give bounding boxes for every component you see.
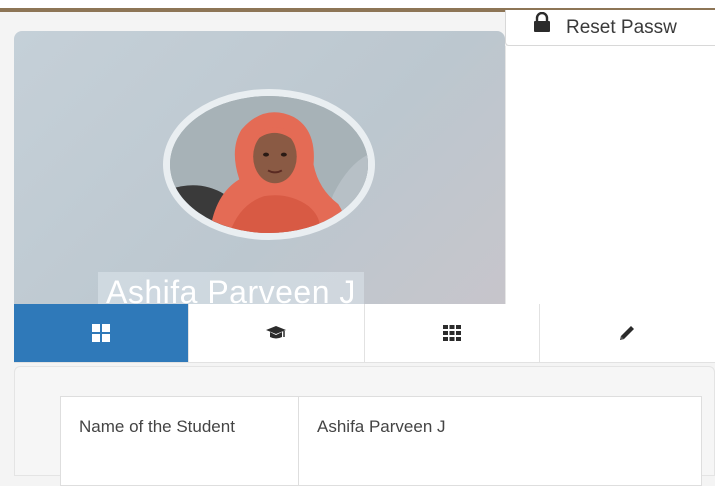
pencil-icon (620, 326, 635, 340)
profile-tabs (14, 304, 715, 363)
dashboard-grid-icon (92, 324, 111, 342)
tab-edit[interactable] (540, 304, 715, 362)
tab-apps[interactable] (365, 304, 540, 362)
apps-grid-icon (442, 325, 461, 341)
reset-password-button[interactable]: Reset Passw (505, 10, 715, 46)
reset-password-label: Reset Passw (566, 16, 677, 38)
tab-dashboard[interactable] (14, 304, 190, 362)
table-row: Name of the Student Ashifa Parveen J (60, 396, 702, 486)
tab-education[interactable] (189, 304, 365, 362)
student-details-panel: Name of the Student Ashifa Parveen J (14, 366, 715, 486)
avatar[interactable] (163, 89, 375, 240)
detail-label: Name of the Student (60, 396, 299, 486)
graduation-cap-icon (266, 326, 287, 339)
detail-value: Ashifa Parveen J (298, 396, 702, 486)
profile-card: Ashifa Parveen J (14, 31, 505, 312)
student-photo (170, 96, 368, 233)
student-details-table: Name of the Student Ashifa Parveen J (60, 396, 702, 486)
lock-icon (534, 12, 550, 32)
content-area (505, 46, 715, 304)
